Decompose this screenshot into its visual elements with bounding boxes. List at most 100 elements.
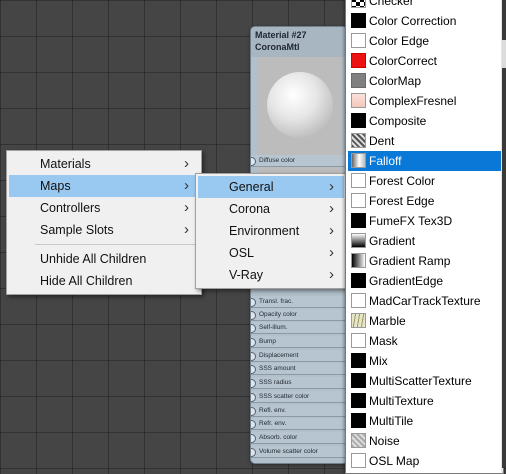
menu-item-label: Maps [40, 179, 71, 193]
map-swatch-icon [351, 53, 366, 68]
submenu-item-label: Environment [229, 224, 300, 238]
map-item[interactable]: Composite [348, 111, 501, 131]
map-swatch-icon [351, 193, 366, 208]
menu-item-unhide-all-children[interactable]: Unhide All Children [9, 248, 199, 270]
map-item-label: Noise [369, 434, 400, 448]
chevron-right-icon: › [329, 244, 334, 261]
map-swatch-icon [351, 453, 366, 468]
node-header[interactable]: Material #27 CoronaMtl [251, 27, 347, 57]
map-item-label: GradientEdge [369, 274, 444, 288]
node-slot[interactable]: Diffuse color [251, 155, 347, 167]
map-item[interactable]: Mix [348, 351, 501, 371]
map-item[interactable]: ColorCorrect [348, 51, 501, 71]
socket-dot-icon[interactable] [251, 352, 256, 361]
map-item-label: MultiTile [369, 414, 414, 428]
map-item[interactable]: MadCarTrackTexture [348, 291, 501, 311]
map-item-label: Marble [369, 314, 406, 328]
map-item[interactable]: Checker [348, 0, 501, 11]
submenu-item-label: V-Ray [229, 268, 264, 282]
map-item[interactable]: GradientEdge [348, 271, 501, 291]
submenu-item-osl[interactable]: OSL › [198, 242, 344, 264]
maps-submenu: General › Corona › Environment › OSL › V-Ray › [195, 173, 347, 289]
edge-widget [502, 40, 506, 68]
map-item-label: FumeFX Tex3D [369, 214, 453, 228]
menu-item-sample-slots[interactable]: Sample Slots › [9, 219, 199, 241]
map-item[interactable]: ColorMap [348, 71, 501, 91]
map-item-label: Falloff [369, 154, 402, 168]
node-slot[interactable]: Refr. env. [251, 418, 347, 430]
node-slot[interactable]: SSS scatter color [251, 391, 347, 403]
socket-dot-icon[interactable] [251, 298, 256, 307]
map-swatch-icon [351, 313, 366, 328]
map-item[interactable]: MultiTexture [348, 391, 501, 411]
map-item-label: Checker [369, 0, 414, 8]
node-slot[interactable]: Absorb. color [251, 432, 347, 444]
submenu-item-v-ray[interactable]: V-Ray › [198, 264, 344, 286]
socket-dot-icon[interactable] [251, 434, 256, 443]
map-item[interactable]: Noise [348, 431, 501, 451]
node-subtitle: CoronaMtl [255, 42, 300, 52]
menu-item-label: Materials [40, 157, 91, 171]
menu-item-maps[interactable]: Maps › [9, 175, 199, 197]
node-slot[interactable]: Opacity color [251, 309, 347, 321]
menu-item-controllers[interactable]: Controllers › [9, 197, 199, 219]
map-item[interactable]: Gradient [348, 231, 501, 251]
map-item-label: MultiTexture [369, 394, 434, 408]
map-item[interactable]: MultiTile [348, 411, 501, 431]
node-slot-label: Transl. frac. [259, 298, 294, 305]
node-slot[interactable]: Self-illum. [251, 322, 347, 334]
socket-dot-icon[interactable] [251, 324, 256, 333]
map-item-label: Mix [369, 354, 388, 368]
map-item[interactable]: Forest Edge [348, 191, 501, 211]
map-item[interactable]: OSL Map [348, 451, 501, 471]
submenu-item-general[interactable]: General › [198, 176, 344, 198]
chevron-right-icon: › [184, 221, 189, 238]
node-slot-label: Refr. env. [259, 420, 287, 427]
socket-dot-icon[interactable] [251, 393, 256, 402]
map-swatch-icon [351, 33, 366, 48]
socket-dot-icon[interactable] [251, 338, 256, 347]
map-item-label: Mask [369, 334, 398, 348]
submenu-item-label: OSL [229, 246, 255, 260]
node-slot-label: Bump [259, 338, 276, 345]
node-slot[interactable]: Refl. env. [251, 405, 347, 417]
menu-item-materials[interactable]: Materials › [9, 153, 199, 175]
map-item[interactable]: Dent [348, 131, 501, 151]
map-swatch-icon [351, 173, 366, 188]
map-item[interactable]: Color Edge [348, 31, 501, 51]
menu-item-label: Hide All Children [40, 274, 133, 288]
map-swatch-icon [351, 13, 366, 28]
node-slot[interactable]: SSS radius [251, 377, 347, 389]
map-item[interactable]: Falloff [348, 151, 501, 171]
map-item[interactable]: Mask [348, 331, 501, 351]
chevron-right-icon: › [329, 222, 334, 239]
socket-dot-icon[interactable] [251, 407, 256, 416]
chevron-right-icon: › [184, 155, 189, 172]
menu-item-hide-all-children[interactable]: Hide All Children [9, 270, 199, 292]
map-item[interactable]: Gradient Ramp [348, 251, 501, 271]
map-item[interactable]: Color Correction [348, 11, 501, 31]
socket-dot-icon[interactable] [251, 157, 256, 166]
map-item-label: Forest Edge [369, 194, 435, 208]
socket-dot-icon[interactable] [251, 448, 256, 457]
socket-dot-icon[interactable] [251, 420, 256, 429]
map-item[interactable]: MultiScatterTexture [348, 371, 501, 391]
map-swatch-icon [351, 73, 366, 88]
node-slot-label: SSS scatter color [259, 393, 310, 400]
node-slot[interactable]: Volume scatter color [251, 446, 347, 458]
node-slot[interactable]: Transl. frac. [251, 296, 347, 308]
node-slot[interactable]: Displacement [251, 350, 347, 362]
map-item[interactable]: FumeFX Tex3D [348, 211, 501, 231]
map-item[interactable]: Marble [348, 311, 501, 331]
map-item[interactable]: ComplexFresnel [348, 91, 501, 111]
submenu-item-environment[interactable]: Environment › [198, 220, 344, 242]
socket-dot-icon[interactable] [251, 365, 256, 374]
socket-dot-icon[interactable] [251, 311, 256, 320]
chevron-right-icon: › [329, 266, 334, 283]
node-slot[interactable]: Bump [251, 336, 347, 348]
submenu-item-corona[interactable]: Corona › [198, 198, 344, 220]
node-slot[interactable]: SSS amount [251, 363, 347, 375]
node-slot-label: Refl. env. [259, 407, 286, 414]
socket-dot-icon[interactable] [251, 379, 256, 388]
map-item[interactable]: Forest Color [348, 171, 501, 191]
